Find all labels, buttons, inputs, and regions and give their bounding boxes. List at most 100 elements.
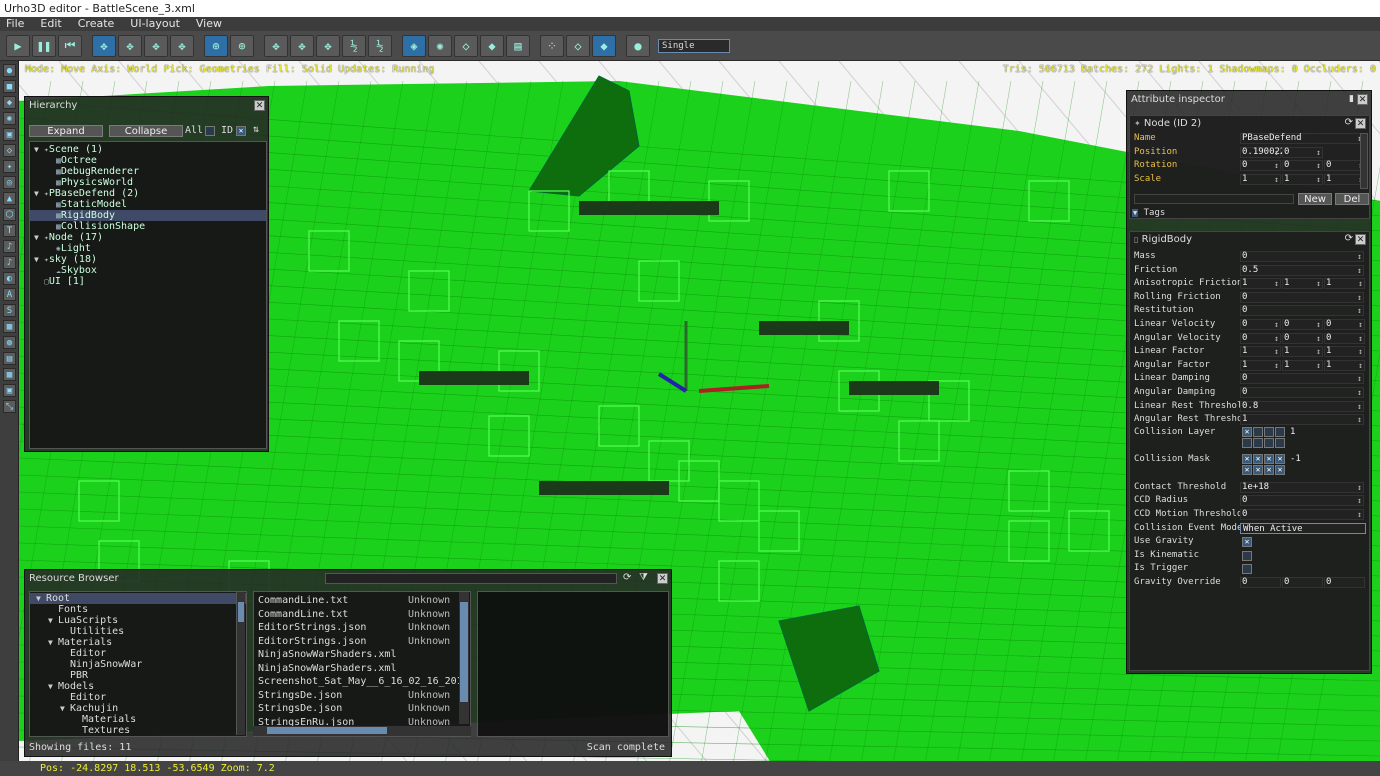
anim-icon[interactable]: A (3, 288, 16, 301)
collision-bit-checkbox[interactable]: ✕ (1275, 453, 1285, 464)
drag-icon[interactable]: ↕ (1316, 332, 1321, 346)
expand-arrow-icon[interactable]: ▼ (34, 254, 44, 265)
drag-icon[interactable]: ↕ (1357, 291, 1362, 305)
close-icon[interactable]: ✕ (1355, 234, 1366, 245)
directory-item[interactable]: ▼ LuaScripts (30, 615, 246, 626)
attribute-value-field[interactable]: 0 (1324, 576, 1365, 588)
directory-item[interactable]: ▼ Root (30, 593, 246, 604)
decal-icon[interactable]: ▦ (3, 320, 16, 333)
attribute-value-field[interactable]: 0↕ (1282, 318, 1323, 330)
attribute-value-field[interactable]: 0↕ (1240, 494, 1364, 508)
attribute-value-field[interactable]: PBaseDefend↕ (1240, 133, 1364, 144)
drag-icon[interactable]: ↕ (1357, 400, 1362, 414)
drag-icon[interactable]: ↕ (1274, 345, 1279, 359)
sound-icon[interactable]: ♪ (3, 240, 16, 253)
drag-icon[interactable]: ↕ (1357, 304, 1362, 318)
hierarchy-item[interactable]: ▦Octree (30, 155, 266, 166)
hierarchy-item[interactable]: ▦DebugRenderer (30, 166, 266, 177)
directory-item[interactable]: Editor (30, 648, 246, 659)
rotate-tool-icon[interactable]: ✥ (118, 34, 142, 57)
drag-icon[interactable]: ↕ (1274, 159, 1279, 173)
attribute-value-field[interactable]: 1↕ (1240, 173, 1281, 185)
file-row[interactable]: CommandLine.txt Unknown (258, 594, 470, 608)
attribute-value-field[interactable]: 0↕ (1240, 291, 1364, 305)
pick-rigidbody-icon[interactable]: ◆ (480, 34, 504, 57)
delete-tag-button[interactable]: Del (1335, 193, 1369, 205)
attribute-value-field[interactable]: 1↕ (1324, 277, 1365, 291)
close-icon[interactable]: ✕ (1355, 118, 1366, 129)
collision-bit-checkbox[interactable] (1264, 437, 1274, 448)
viewport-layout-icon[interactable]: ● (626, 34, 650, 57)
resource-search-input[interactable] (325, 573, 617, 584)
pick-ui-icon[interactable]: ▤ (506, 34, 530, 57)
collision-bit-checkbox[interactable]: ✕ (1242, 426, 1252, 437)
expand-arrow-icon[interactable]: ▼ (48, 681, 58, 692)
id-checkbox[interactable]: ✕ (236, 126, 246, 136)
hierarchy-item[interactable]: ✺Light (30, 243, 266, 254)
drag-icon[interactable]: ↕ (1357, 250, 1362, 264)
close-icon[interactable]: ✕ (254, 100, 265, 111)
resource-directory-tree[interactable]: ▼ Root Fonts ▼ LuaScripts Utilities ▼ Materials… (29, 591, 247, 737)
attribute-value-field[interactable]: 1↕ (1240, 345, 1281, 359)
file-row[interactable]: StringsDe.json Unknown (258, 689, 470, 703)
snap-move-icon[interactable]: ✥ (264, 34, 288, 57)
drag-icon[interactable]: ↕ (1274, 277, 1279, 291)
directory-item[interactable]: Editor (30, 692, 246, 703)
hierarchy-item[interactable]: ▼ ✦Node (17) (30, 232, 266, 243)
hierarchy-item[interactable]: ▦PhysicsWorld (30, 177, 266, 188)
collision-bit-checkbox[interactable] (1275, 426, 1285, 437)
new-tag-button[interactable]: New (1298, 193, 1332, 205)
drag-icon[interactable]: ↕ (1357, 481, 1362, 495)
collision-bit-checkbox[interactable] (1264, 426, 1274, 437)
directory-item[interactable]: NinjaSnowWar (30, 659, 246, 670)
expand-arrow-icon[interactable]: ▼ (48, 637, 58, 648)
attribute-value-field[interactable]: 1e+18 ↕ (1240, 481, 1364, 495)
drag-icon[interactable]: ↕ (1358, 277, 1363, 291)
menu-ui-layout[interactable]: UI-layout (130, 17, 180, 31)
collision-bit-checkbox[interactable]: ✕ (1253, 453, 1263, 464)
expand-arrow-icon[interactable]: ▼ (36, 593, 46, 604)
nav-icon[interactable]: ⬡ (3, 208, 16, 221)
collision-bit-checkbox[interactable]: ✕ (1275, 464, 1285, 475)
drag-icon[interactable]: ↕ (1357, 264, 1362, 278)
zone-icon[interactable]: ◇ (3, 144, 16, 157)
hierarchy-item[interactable]: ▦RigidBody (30, 210, 266, 221)
tags-section[interactable]: ▼ Tags (1132, 208, 1165, 218)
attribute-value-field[interactable]: 0.190022 ↕ (1240, 146, 1285, 158)
drag-icon[interactable]: ↕ (1316, 277, 1321, 291)
tag-input[interactable] (1134, 194, 1294, 204)
resource-file-list[interactable]: CommandLine.txt Unknown CommandLine.txt Unk… (253, 591, 471, 737)
is-kinematic-checkbox[interactable] (1242, 550, 1252, 561)
collision-bit-checkbox[interactable]: ✕ (1264, 453, 1274, 464)
directory-item[interactable]: ▼ Models (30, 681, 246, 692)
file-row[interactable]: NinjaSnowWarShaders.xml (258, 648, 470, 662)
collision-event-mode-select[interactable]: When Active (1240, 522, 1366, 534)
collision-bit-checkbox[interactable] (1253, 426, 1263, 437)
move-tool-icon[interactable]: ✥ (92, 34, 116, 57)
attribute-value-field[interactable]: 0↕ (1240, 508, 1364, 520)
expand-arrow-icon[interactable]: ▼ (34, 232, 44, 243)
directory-item[interactable]: Utilities (30, 626, 246, 637)
listener-icon[interactable]: ◐ (3, 272, 16, 285)
drag-icon[interactable]: ↕ (1316, 359, 1321, 373)
drag-icon[interactable]: ↕ (1316, 146, 1321, 160)
drag-icon[interactable]: ↕ (1316, 345, 1321, 359)
drag-icon[interactable]: ↕ (1357, 494, 1362, 508)
hierarchy-item[interactable]: ▼ ✦sky (18) (30, 254, 266, 265)
collision-bit-checkbox[interactable]: ✕ (1242, 453, 1252, 464)
drag-icon[interactable]: ↕ (1358, 318, 1363, 332)
sound-source-icon[interactable]: ♪ (3, 256, 16, 269)
collapse-button[interactable]: Collapse (109, 125, 183, 137)
expand-arrow-icon[interactable]: ▼ (34, 188, 44, 199)
hierarchy-item[interactable]: ▼ ✦PBaseDefend (2) (30, 188, 266, 199)
attribute-value-field[interactable]: 0↕ (1282, 146, 1323, 160)
fill-solid-icon[interactable]: ◆ (592, 34, 616, 57)
menu-edit[interactable]: Edit (40, 17, 61, 31)
directory-item[interactable]: Materials (30, 714, 246, 725)
skybox-icon[interactable]: ◍ (3, 336, 16, 349)
expand-button[interactable]: Expand (29, 125, 103, 137)
close-icon[interactable]: ✕ (657, 573, 668, 584)
script-icon[interactable]: S (3, 304, 16, 317)
directory-item[interactable]: Fonts (30, 604, 246, 615)
fill-points-icon[interactable]: ⁘ (540, 34, 564, 57)
